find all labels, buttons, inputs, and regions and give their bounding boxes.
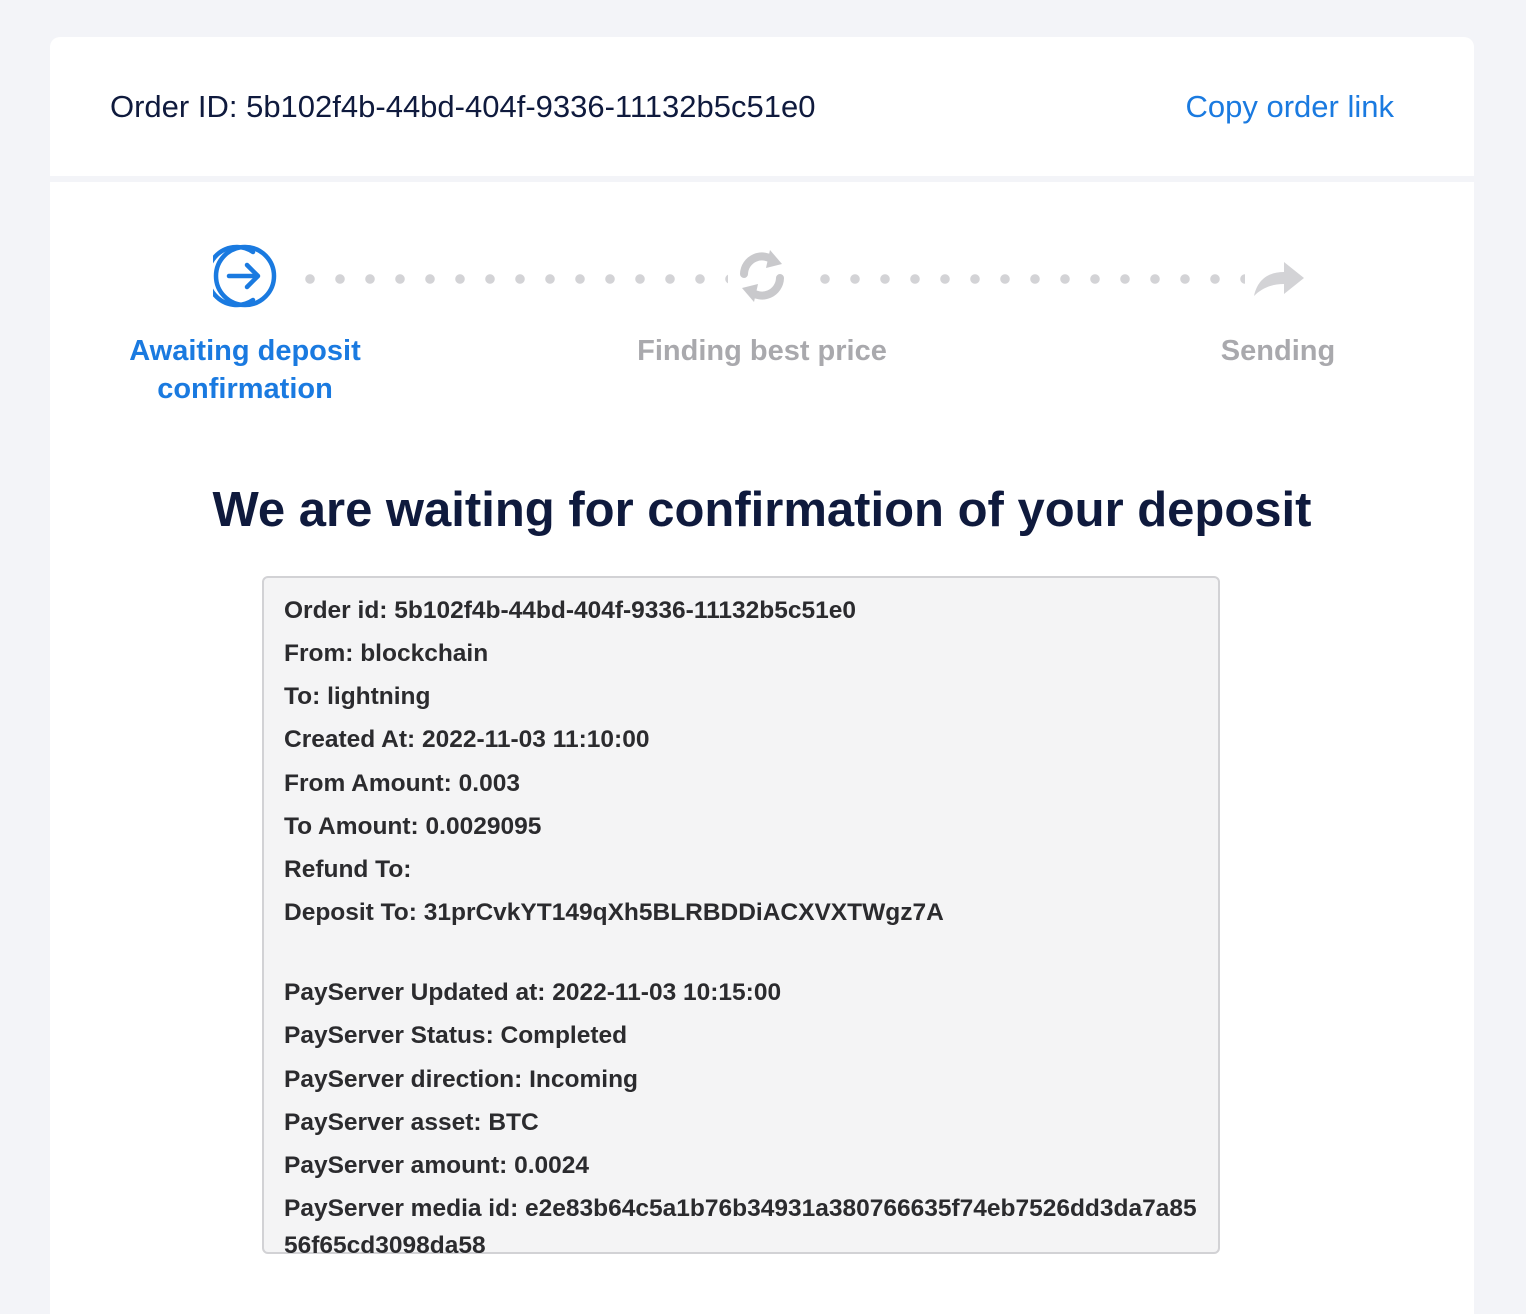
page-title: We are waiting for confirmation of your … <box>212 483 1312 537</box>
detail-refund-to: Refund To: <box>284 856 412 883</box>
order-id-text: Order ID: 5b102f4b-44bd-404f-9336-11132b… <box>110 89 816 124</box>
forward-arrow-icon <box>1254 262 1304 296</box>
refresh-icon <box>740 250 784 302</box>
detail-created-at: Created At: 2022-11-03 11:10:00 <box>284 726 650 753</box>
detail-deposit-to: Deposit To: 31prCvkYT149qXh5BLRBDDiACXVX… <box>284 899 944 926</box>
detail-payserver-updated-at: PayServer Updated at: 2022-11-03 10:15:0… <box>284 979 782 1006</box>
detail-to: To: lightning <box>284 683 431 710</box>
progress-dots <box>810 274 1245 284</box>
detail-from-amount: From Amount: 0.003 <box>284 770 520 797</box>
progress-dots <box>295 274 728 284</box>
order-status-card: Awaiting deposit confirmation Finding be… <box>50 182 1474 1314</box>
order-header-card: Order ID: 5b102f4b-44bd-404f-9336-11132b… <box>50 37 1474 176</box>
step-label: Sending <box>1220 335 1336 367</box>
copy-order-link[interactable]: Copy order link <box>1186 89 1394 125</box>
detail-payserver-asset: PayServer asset: BTC <box>284 1109 539 1136</box>
detail-payserver-media-id: PayServer media id: e2e83b64c5a1b76b3493… <box>284 1195 1197 1259</box>
detail-to-amount: To Amount: 0.0029095 <box>284 813 542 840</box>
detail-payserver-direction: PayServer direction: Incoming <box>284 1066 638 1093</box>
detail-payserver-status: PayServer Status: Completed <box>284 1022 628 1049</box>
step-label: Awaiting deposit confirmation <box>129 335 361 405</box>
arrow-in-circle-icon <box>213 244 277 308</box>
detail-payserver-amount: PayServer amount: 0.0024 <box>284 1152 590 1179</box>
detail-order-id: Order id: 5b102f4b-44bd-404f-9336-11132b… <box>284 597 856 624</box>
detail-from: From: blockchain <box>284 640 489 667</box>
order-details-box: Order id: 5b102f4b-44bd-404f-9336-11132b… <box>262 576 1220 1259</box>
step-label: Finding best price <box>637 335 887 367</box>
